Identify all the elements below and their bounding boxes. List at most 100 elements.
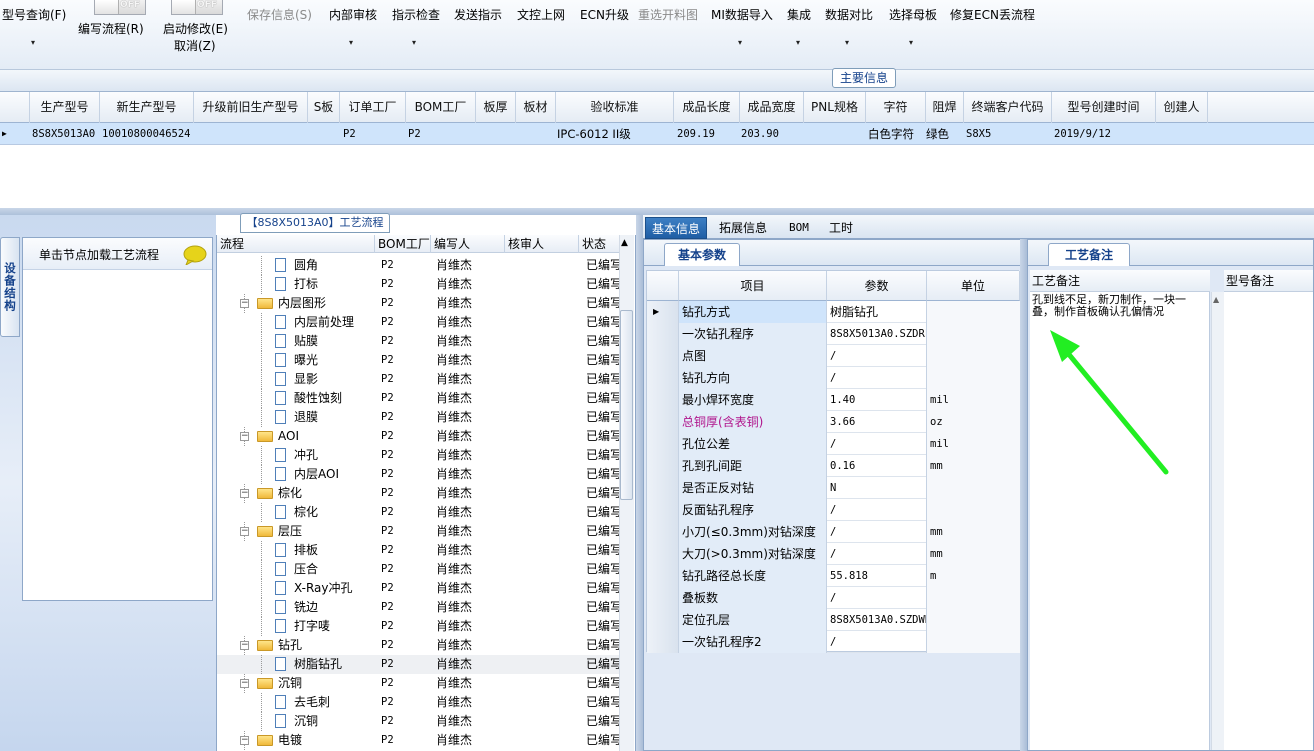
property-value[interactable]: 8S8X5013A0.SZDRL xyxy=(827,323,927,345)
property-value[interactable]: / xyxy=(827,367,927,389)
tab-basic-info[interactable]: 基本信息 xyxy=(645,217,708,239)
property-row[interactable]: 总铜厚(含表铜) 3.66 oz xyxy=(647,411,1020,433)
tree-node-label[interactable]: 去毛刺 xyxy=(294,693,330,712)
tree-node-label[interactable]: X-Ray冲孔 xyxy=(294,579,352,598)
tree-row[interactable]: 打字唛 P2 肖维杰 已编写 xyxy=(217,617,620,636)
tree-node-label[interactable]: 压合 xyxy=(294,560,318,579)
mi-data-import-button[interactable]: MI数据导入 xyxy=(711,6,773,23)
tree-row[interactable]: − 层压 P2 肖维杰 已编写 xyxy=(217,522,620,541)
grid-col-header[interactable]: 升级前旧生产型号 xyxy=(194,92,308,123)
tab-extended-info[interactable]: 拓展信息 xyxy=(713,217,773,239)
property-value[interactable]: 0.16 xyxy=(827,455,927,477)
tree-row[interactable]: 排板 P2 肖维杰 已编写 xyxy=(217,541,620,560)
tree-row[interactable]: X-Ray冲孔 P2 肖维杰 已编写 xyxy=(217,579,620,598)
tree-col-header[interactable]: BOM工厂 xyxy=(375,235,431,253)
vertical-splitter[interactable] xyxy=(636,215,643,751)
internal-review-button[interactable]: 内部审核 xyxy=(329,6,377,23)
grid-col-header[interactable]: 创建人 xyxy=(1156,92,1208,123)
tree-row[interactable]: 内层AOI P2 肖维杰 已编写 xyxy=(217,465,620,484)
grid-col-header[interactable]: 订单工厂 xyxy=(340,92,406,123)
right-splitter[interactable] xyxy=(1020,239,1027,751)
tree-col-header[interactable]: 流程 xyxy=(217,235,375,253)
doc-control-online-button[interactable]: 文控上网 xyxy=(517,6,565,23)
collapse-icon[interactable]: − xyxy=(240,432,249,441)
fix-ecn-flow-button[interactable]: 修复ECN丢流程 xyxy=(950,6,1035,23)
tree-row[interactable]: − 沉铜 P2 肖维杰 已编写 xyxy=(217,674,620,693)
grid-col-header[interactable]: 成品长度 xyxy=(674,92,740,123)
grid-col-header[interactable]: 板厚 xyxy=(476,92,516,123)
integrate-dropdown-icon[interactable]: ▾ xyxy=(796,38,800,47)
grid-col-header[interactable]: S板 xyxy=(308,92,340,123)
tree-node-label[interactable]: AOI xyxy=(278,427,299,446)
model-query-button[interactable]: 型号查询(F) xyxy=(2,6,66,23)
grid-cell[interactable]: 209.19 xyxy=(677,123,715,145)
send-instruction-button[interactable]: 发送指示 xyxy=(454,6,502,23)
property-row[interactable]: 一次钻孔程序2/ xyxy=(647,631,1020,653)
tree-row[interactable]: − 钻孔 P2 肖维杰 已编写 xyxy=(217,636,620,655)
tree-row[interactable]: 棕化 P2 肖维杰 已编写 xyxy=(217,503,620,522)
tree-node-label[interactable]: 钻孔 xyxy=(278,636,302,655)
write-flow-toggle[interactable]: OFF xyxy=(94,0,146,15)
tree-node-label[interactable]: 铣边 xyxy=(294,598,318,617)
grid-cell[interactable]: IPC-6012 II级 xyxy=(557,123,631,145)
grid-col-header[interactable]: 成品宽度 xyxy=(740,92,804,123)
integrate-button[interactable]: 集成 xyxy=(787,6,811,23)
tree-row[interactable]: − AOI P2 肖维杰 已编写 xyxy=(217,427,620,446)
instruction-check-button[interactable]: 指示检查 xyxy=(392,6,440,23)
data-compare-button[interactable]: 数据对比 xyxy=(825,6,873,23)
tree-node-label[interactable]: 酸性蚀刻 xyxy=(294,389,342,408)
tree-row[interactable]: 树脂钻孔 P2 肖维杰 已编写 xyxy=(217,655,620,674)
grid-cell[interactable]: 10010800046524 xyxy=(102,123,191,145)
tree-node-label[interactable]: 电镀 xyxy=(278,731,302,750)
tree-row[interactable]: 沉铜 P2 肖维杰 已编写 xyxy=(217,712,620,731)
property-col-header[interactable]: 单位 xyxy=(927,271,1020,301)
table-row[interactable]: ▶ 8S8X5013A0 10010800046524 P2 P2 IPC-60… xyxy=(0,123,1314,145)
collapse-icon[interactable]: − xyxy=(240,641,249,650)
tree-node-label[interactable]: 贴膜 xyxy=(294,332,318,351)
property-value[interactable]: 3.66 xyxy=(827,411,927,433)
data-compare-dropdown-icon[interactable]: ▾ xyxy=(845,38,849,47)
tree-node-label[interactable]: 棕化 xyxy=(294,503,318,522)
property-row[interactable]: 是否正反对钻 N xyxy=(647,477,1020,499)
grid-cell[interactable]: 203.90 xyxy=(741,123,779,145)
note-scrollbar[interactable] xyxy=(1211,292,1224,750)
property-row[interactable]: 一次钻孔程序 8S8X5013A0.SZDRL xyxy=(647,323,1020,345)
tree-node-label[interactable]: 树脂钻孔 xyxy=(294,655,342,674)
tree-row[interactable]: 圆角 P2 肖维杰 已编写 xyxy=(217,256,620,275)
property-value[interactable]: / xyxy=(827,499,927,521)
tree-row[interactable]: 曝光 P2 肖维杰 已编写 xyxy=(217,351,620,370)
tree-node-label[interactable]: 显影 xyxy=(294,370,318,389)
tree-scrollbar-thumb[interactable] xyxy=(620,310,633,500)
tree-row[interactable]: 打标 P2 肖维杰 已编写 xyxy=(217,275,620,294)
select-mother-board-dropdown-icon[interactable]: ▾ xyxy=(909,38,913,47)
collapse-icon[interactable]: − xyxy=(240,489,249,498)
tree-row[interactable]: − 内层图形 P2 肖维杰 已编写 xyxy=(217,294,620,313)
grid-col-header[interactable]: 新生产型号 xyxy=(100,92,194,123)
grid-cell[interactable]: P2 xyxy=(408,123,421,145)
write-flow-button[interactable]: 编写流程(R) xyxy=(78,20,144,37)
tree-node-label[interactable]: 退膜 xyxy=(294,408,318,427)
property-row[interactable]: 孔到孔间距 0.16 mm xyxy=(647,455,1020,477)
tree-row[interactable]: 酸性蚀刻 P2 肖维杰 已编写 xyxy=(217,389,620,408)
horizontal-splitter[interactable] xyxy=(0,208,1314,215)
tree-node-label[interactable]: 曝光 xyxy=(294,351,318,370)
grid-col-header[interactable]: PNL规格 xyxy=(804,92,866,123)
grid-cell[interactable]: S8X5 xyxy=(966,123,991,145)
instruction-check-dropdown-icon[interactable]: ▾ xyxy=(412,38,416,47)
tree-node-label[interactable]: 内层AOI xyxy=(294,465,339,484)
ecn-upgrade-button[interactable]: ECN升级 xyxy=(580,6,629,23)
tree-row[interactable]: 去毛刺 P2 肖维杰 已编写 xyxy=(217,693,620,712)
tree-row[interactable]: − 电镀 P2 肖维杰 已编写 xyxy=(217,731,620,750)
internal-review-dropdown-icon[interactable]: ▾ xyxy=(349,38,353,47)
tab-basic-params[interactable]: 基本参数 xyxy=(664,243,740,266)
property-row[interactable]: 定位孔层 8S8X5013A0.SZDWK xyxy=(647,609,1020,631)
property-row[interactable]: 钻孔路径总长度 55.818 m xyxy=(647,565,1020,587)
start-edit-button[interactable]: 启动修改(E) xyxy=(163,20,228,37)
property-row[interactable]: 叠板数 / xyxy=(647,587,1020,609)
property-row[interactable]: 大刀(>0.3mm)对钻深度 / mm xyxy=(647,543,1020,565)
tree-node-label[interactable]: 沉铜 xyxy=(294,712,318,731)
tree-row[interactable]: 贴膜 P2 肖维杰 已编写 xyxy=(217,332,620,351)
grid-col-header[interactable]: 生产型号 xyxy=(30,92,100,123)
tab-bom[interactable]: BOM xyxy=(783,217,815,239)
grid-col-header[interactable]: 验收标准 xyxy=(556,92,674,123)
